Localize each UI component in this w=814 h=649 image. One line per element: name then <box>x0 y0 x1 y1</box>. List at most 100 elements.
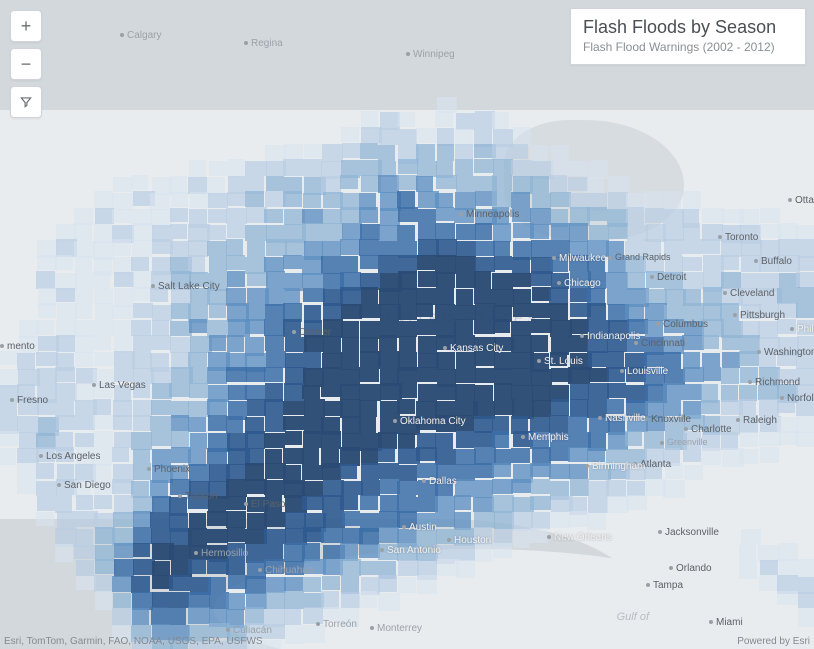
choropleth-cell <box>322 241 341 256</box>
choropleth-cell <box>227 527 245 542</box>
choropleth-cell <box>246 544 265 563</box>
choropleth-cell <box>397 481 418 495</box>
choropleth-cell <box>456 272 476 288</box>
choropleth-cell <box>151 400 171 415</box>
choropleth-cell <box>417 255 435 270</box>
choropleth-cell <box>133 527 152 544</box>
title-card: Flash Floods by Season Flash Flood Warni… <box>570 8 806 65</box>
choropleth-cell <box>226 208 247 224</box>
choropleth-cell <box>721 368 739 384</box>
choropleth-cell <box>512 257 530 274</box>
choropleth-cell <box>56 288 75 302</box>
choropleth-cell <box>246 367 265 382</box>
choropleth-cell <box>397 495 416 513</box>
choropleth-cell <box>379 128 398 145</box>
choropleth-cell <box>112 447 129 462</box>
choropleth-cell <box>341 256 358 273</box>
choropleth-cell <box>777 351 797 366</box>
choropleth-cell <box>133 415 150 431</box>
choropleth-cell <box>587 399 607 418</box>
choropleth-cell <box>93 399 111 415</box>
choropleth-cell <box>95 303 113 320</box>
choropleth-cell <box>0 401 17 416</box>
choropleth-cell <box>474 271 491 289</box>
choropleth-cell <box>644 464 662 479</box>
choropleth-cell <box>473 497 494 512</box>
choropleth-cell <box>721 239 742 257</box>
zoom-in-button[interactable]: + <box>10 10 42 42</box>
choropleth-cell <box>683 303 704 322</box>
choropleth-cell <box>56 415 75 430</box>
choropleth-cell <box>170 241 189 257</box>
choropleth-cell <box>302 448 319 465</box>
choropleth-cell <box>588 496 608 513</box>
choropleth-cell <box>684 465 703 480</box>
choropleth-cell <box>283 255 302 269</box>
choropleth-cell <box>189 319 207 333</box>
choropleth-cell <box>722 352 740 368</box>
choropleth-cell <box>777 591 798 605</box>
choropleth-cell <box>341 481 363 495</box>
choropleth-cell <box>265 544 283 561</box>
choropleth-cell <box>456 176 475 192</box>
choropleth-cell <box>493 241 510 256</box>
choropleth-cell <box>342 511 360 526</box>
choropleth-cell <box>398 305 417 320</box>
choropleth-cell <box>17 416 38 433</box>
choropleth-cell <box>606 351 624 369</box>
choropleth-cell <box>113 415 132 430</box>
choropleth-cell <box>645 320 663 337</box>
choropleth-cell <box>416 401 437 415</box>
choropleth-cell <box>302 385 320 399</box>
choropleth-cell <box>797 559 814 577</box>
choropleth-cell <box>606 241 624 256</box>
choropleth-cell <box>664 352 681 369</box>
choropleth-cell <box>208 193 228 208</box>
choropleth-cell <box>587 207 607 221</box>
choropleth-cell <box>37 255 57 270</box>
zoom-out-button[interactable]: − <box>10 48 42 80</box>
choropleth-cell <box>379 463 399 479</box>
choropleth-cell <box>702 353 720 367</box>
choropleth-cell <box>627 417 648 432</box>
choropleth-cell <box>95 591 112 610</box>
choropleth-cell <box>36 320 54 335</box>
choropleth-cell <box>207 367 227 384</box>
choropleth-cell <box>798 577 814 594</box>
choropleth-cell <box>494 256 512 270</box>
choropleth-cell <box>132 223 154 241</box>
choropleth-cell <box>113 177 132 192</box>
choropleth-cell <box>264 319 285 336</box>
choropleth-cell <box>17 480 37 494</box>
choropleth-cell <box>397 367 417 383</box>
choropleth-cell <box>721 385 738 402</box>
choropleth-cell <box>663 480 685 498</box>
choropleth-cell <box>264 480 285 495</box>
choropleth-cell <box>627 336 645 352</box>
choropleth-cell <box>188 592 210 608</box>
filter-button[interactable] <box>10 86 42 118</box>
choropleth-cell <box>321 256 341 274</box>
choropleth-cell <box>264 433 285 448</box>
choropleth-cell <box>435 512 455 527</box>
choropleth-cell <box>436 352 455 370</box>
choropleth-cell <box>531 479 550 494</box>
choropleth-cell <box>131 175 148 190</box>
choropleth-cell <box>455 159 473 176</box>
choropleth-cell <box>283 448 304 464</box>
choropleth-cell <box>171 431 189 448</box>
choropleth-cell <box>759 303 779 318</box>
choropleth-cell <box>456 113 475 130</box>
choropleth-cell <box>683 447 701 462</box>
choropleth-cell <box>493 159 513 175</box>
choropleth-cell <box>378 145 395 161</box>
choropleth-cell <box>56 335 75 352</box>
choropleth-cell <box>209 303 226 318</box>
choropleth-cell <box>152 320 169 336</box>
choropleth-cell <box>264 559 284 574</box>
choropleth-cell <box>437 559 459 576</box>
choropleth-cell <box>94 289 113 304</box>
choropleth-cell <box>359 239 379 256</box>
choropleth-cell <box>247 272 268 286</box>
map-root[interactable]: United States Gulf of CalgaryReginaWinni… <box>0 0 814 649</box>
